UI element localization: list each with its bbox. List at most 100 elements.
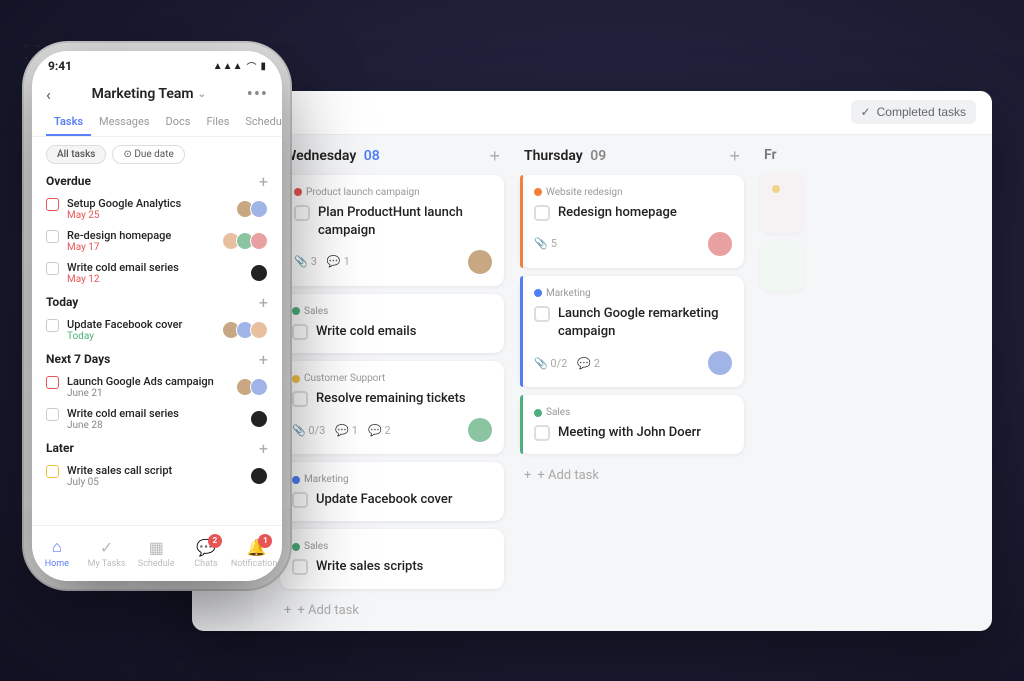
- task-card-google-remarketing[interactable]: Marketing Launch Google remarketing camp…: [520, 276, 744, 387]
- card-footer-remarketing: 📎 0/2 💬 2: [534, 351, 732, 375]
- nav-notifications[interactable]: 🔔 1 Notifications: [231, 538, 282, 569]
- tag-dot-red: [294, 188, 302, 196]
- task-card-sales-scripts[interactable]: Sales Write sales scripts: [280, 529, 504, 588]
- section-today: Today + Update Facebook cover Today: [32, 293, 282, 342]
- card-row-producthunt: Plan ProductHunt launch campaign: [294, 204, 492, 240]
- tab-messages[interactable]: Messages: [91, 109, 157, 136]
- card-checkbox-meeting[interactable]: [534, 425, 550, 441]
- battery-icon: ▮: [260, 61, 266, 72]
- board-column-thursday: Thursday 09 + Website redesign Redesign …: [512, 147, 752, 619]
- task-card-tickets[interactable]: Customer Support Resolve remaining ticke…: [280, 361, 504, 454]
- card-avatar-remarketing: [708, 351, 732, 375]
- task-check-google-ads[interactable]: [46, 376, 59, 389]
- phone-status-icons: ▲▲▲ ⌒ ▮: [213, 59, 266, 74]
- task-card-redesign[interactable]: Website redesign Redesign homepage 📎 5: [520, 175, 744, 268]
- task-name-cold-series: Write cold email series: [67, 261, 179, 274]
- card-checkbox-tickets[interactable]: [292, 391, 308, 407]
- card-title-cold-emails: Write cold emails: [316, 323, 416, 341]
- task-card-producthunt[interactable]: Product launch campaign Plan ProductHunt…: [280, 175, 504, 286]
- later-title: Later: [46, 441, 74, 455]
- wednesday-add-task-label: + Add task: [297, 603, 359, 618]
- wednesday-add-task[interactable]: + + Add task: [280, 597, 504, 624]
- card-checkbox-cold-emails[interactable]: [292, 324, 308, 340]
- nav-home[interactable]: ⌂ Home: [32, 537, 82, 569]
- board-columns: + Wednesday 08 + Product launch ca: [192, 135, 992, 631]
- task-check-sales-call[interactable]: [46, 465, 59, 478]
- tab-docs[interactable]: Docs: [158, 109, 199, 136]
- task-check-cold-series-2[interactable]: [46, 408, 59, 421]
- chevron-down-icon[interactable]: ⌄: [198, 89, 206, 100]
- task-card-facebook[interactable]: Marketing Update Facebook cover: [280, 462, 504, 521]
- completed-tasks-button[interactable]: ✓ Completed tasks: [851, 100, 976, 124]
- add-task-icon-thursday: +: [524, 468, 531, 483]
- card-checkbox-producthunt[interactable]: [294, 205, 310, 221]
- task-info-sales-call: Write sales call script July 05: [67, 464, 172, 488]
- column-header-wednesday: Wednesday 08 +: [280, 147, 504, 165]
- later-add-btn[interactable]: +: [259, 439, 268, 458]
- task-check-analytics[interactable]: [46, 198, 59, 211]
- card-checkbox-redesign[interactable]: [534, 205, 550, 221]
- card-meta-remarketing: 📎 0/2 💬 2: [534, 357, 600, 370]
- task-list-scroll[interactable]: Overdue + Setup Google Analytics May 25: [32, 172, 282, 532]
- card-meta-producthunt: 📎 3 💬 1: [294, 255, 350, 268]
- card-meta-redesign: 📎 5: [534, 237, 557, 250]
- meta-comment: 💬 1: [327, 255, 350, 268]
- card-tag-sales3: Sales: [534, 407, 732, 418]
- signal-icon: ▲▲▲: [213, 61, 243, 72]
- board-column-friday-partial: Fr: [752, 147, 812, 619]
- back-button[interactable]: ‹: [46, 85, 51, 104]
- bottom-nav: ⌂ Home ✓ My Tasks ▦ Schedule 💬 2 Chats: [32, 525, 282, 581]
- today-add-btn[interactable]: +: [259, 293, 268, 312]
- nav-chats[interactable]: 💬 2 Chats: [181, 538, 231, 569]
- task-check-cold-series[interactable]: [46, 262, 59, 275]
- nav-my-tasks[interactable]: ✓ My Tasks: [82, 538, 132, 569]
- thursday-add-task[interactable]: + + Add task: [520, 462, 744, 489]
- meta-comment2-tickets: 💬 2: [368, 424, 391, 437]
- card-checkbox-facebook[interactable]: [292, 492, 308, 508]
- task-check-redesign[interactable]: [46, 230, 59, 243]
- task-google-ads-left: Launch Google Ads campaign June 21: [46, 375, 214, 399]
- tab-tasks[interactable]: Tasks: [46, 109, 91, 136]
- task-sales-call-left: Write sales call script July 05: [46, 464, 172, 488]
- task-card-meeting[interactable]: Sales Meeting with John Doerr: [520, 395, 744, 454]
- more-options-button[interactable]: •••: [247, 84, 268, 105]
- filter-due-date[interactable]: ⊙ Due date: [112, 145, 184, 164]
- overdue-add-btn[interactable]: +: [259, 172, 268, 191]
- card-row-cold-emails: Write cold emails: [292, 323, 492, 341]
- card-footer-producthunt: 📎 3 💬 1: [294, 250, 492, 274]
- tab-schedule[interactable]: Schedule: [237, 109, 282, 136]
- tab-files[interactable]: Files: [198, 109, 237, 136]
- tag-dot-blue: [292, 476, 300, 484]
- task-date-analytics: May 25: [67, 210, 181, 221]
- card-checkbox-sales-scripts[interactable]: [292, 559, 308, 575]
- task-info-redesign: Re-design homepage May 17: [67, 229, 171, 253]
- card-row-google-remarketing: Launch Google remarketing campaign: [534, 305, 732, 341]
- task-info-fb-cover: Update Facebook cover Today: [67, 318, 182, 342]
- card-footer-redesign: 📎 5: [534, 232, 732, 256]
- thursday-add-btn[interactable]: +: [729, 147, 740, 165]
- next7days-add-btn[interactable]: +: [259, 350, 268, 369]
- task-name-analytics: Setup Google Analytics: [67, 197, 181, 210]
- card-row-facebook: Update Facebook cover: [292, 491, 492, 509]
- task-check-fb-cover[interactable]: [46, 319, 59, 332]
- task-item-redesign: Re-design homepage May 17: [46, 229, 268, 253]
- task-date-fb-cover: Today: [67, 331, 182, 342]
- avatar-fb-3: [250, 321, 268, 339]
- filter-all-tasks[interactable]: All tasks: [46, 145, 106, 164]
- nav-schedule[interactable]: ▦ Schedule: [131, 538, 181, 569]
- chats-label: Chats: [194, 559, 217, 569]
- card-tag-website: Website redesign: [534, 187, 732, 198]
- task-item-cold-series-2: Write cold email series June 28: [46, 407, 268, 431]
- card-title-producthunt: Plan ProductHunt launch campaign: [318, 204, 492, 240]
- card-avatar-producthunt: [468, 250, 492, 274]
- mobile-phone: 9:41 ▲▲▲ ⌒ ▮ ‹ Marketing Team ⌄ ••• Task…: [32, 51, 282, 581]
- wednesday-add-btn[interactable]: +: [489, 147, 500, 165]
- task-item-cold-series: Write cold email series May 12: [46, 261, 268, 285]
- section-next7days: Next 7 Days + Launch Google Ads campaign…: [32, 350, 282, 431]
- task-item-fb-cover: Update Facebook cover Today: [46, 318, 268, 342]
- column-title-wednesday: Wednesday 08: [284, 148, 380, 164]
- today-header: Today +: [46, 293, 268, 312]
- chats-icon: 💬 2: [196, 538, 216, 557]
- task-card-cold-emails[interactable]: Sales Write cold emails: [280, 294, 504, 353]
- card-checkbox-google-remarketing[interactable]: [534, 306, 550, 322]
